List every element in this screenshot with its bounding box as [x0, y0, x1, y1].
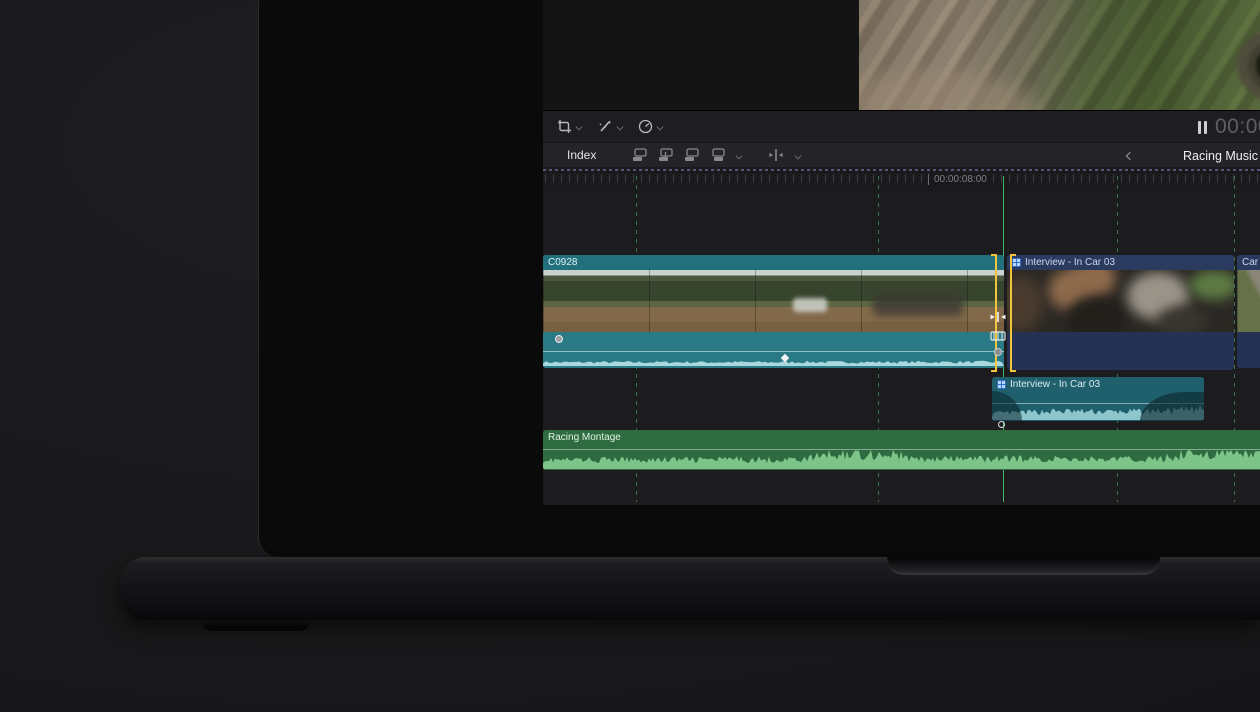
clip-thumbnail [1237, 270, 1260, 332]
clip-label: Racing Montage [548, 432, 621, 443]
multicam-icon [1012, 258, 1021, 267]
pause-icon[interactable] [1198, 121, 1207, 134]
timeline-ruler[interactable]: 00:00:08:00 00:00:10:00 [543, 167, 1260, 193]
retime-icon [638, 119, 653, 134]
waveform [543, 450, 1260, 469]
clip-label: Interview - In Car 03 [1010, 379, 1100, 390]
clip-audio-component [543, 332, 1004, 368]
clip-c0928[interactable]: C0928 [543, 255, 1004, 368]
chevron-down-icon [617, 123, 624, 130]
timecode-dim: 00:00:0 [1215, 115, 1260, 138]
clip-body [1237, 332, 1260, 368]
trim-tool-icon[interactable] [767, 148, 785, 162]
crop-tool-button[interactable] [557, 119, 583, 134]
waveform [543, 359, 1004, 366]
clip-label: Car B-Roll [1242, 257, 1260, 268]
macbook-screen: 00:00:09:15 Index Racing Music Intro [258, 0, 1260, 557]
trim-cursor-icons [987, 310, 1009, 356]
ruler-label: 00:00:08:00 [924, 174, 991, 185]
clip-interview-audio[interactable]: Interview - In Car 03 [992, 377, 1204, 421]
clip-car-b-roll[interactable]: Car B-Roll [1237, 255, 1260, 368]
timeline-toolbar: Index Racing Music Intro 46:02 02 [543, 142, 1260, 167]
multicam-icon [997, 380, 1006, 389]
chevron-down-icon [657, 123, 664, 130]
clip-body [1007, 332, 1234, 370]
chevron-down-icon [576, 123, 583, 130]
insert-edit-icon[interactable] [658, 148, 674, 162]
fade-in-shadow [992, 391, 1022, 421]
fade-handle[interactable] [555, 335, 563, 343]
project-name[interactable]: Racing Music Intro [1183, 149, 1260, 163]
clip-label: Interview - In Car 03 [1025, 257, 1115, 268]
lid-opening-notch [887, 557, 1160, 575]
crop-tool-icon [557, 119, 572, 134]
append-edit-icon[interactable] [684, 148, 700, 162]
car-thumbnail [793, 298, 827, 312]
enhance-wand-button[interactable] [597, 119, 624, 134]
viewer-video-preview [859, 0, 1260, 110]
filmstrip-thumbnails [543, 270, 1004, 332]
chevron-left-icon[interactable] [1127, 152, 1134, 159]
retime-button[interactable] [638, 119, 664, 134]
edit-point-handle [994, 348, 1002, 356]
viewer-toolbar: 00:00:09:15 [543, 110, 1260, 142]
clip-racing-montage[interactable]: Racing Montage [543, 430, 1260, 470]
chevron-down-icon[interactable] [736, 152, 743, 159]
macbook-base [120, 557, 1260, 620]
volume-line[interactable] [543, 351, 1004, 352]
viewer-panel [543, 0, 1260, 110]
index-button[interactable]: Index [567, 148, 596, 162]
fade-out-shadow [1140, 392, 1204, 421]
fade-handle[interactable] [998, 421, 1005, 428]
macbook-foot [203, 620, 309, 631]
roll-trim-icon [988, 311, 1008, 323]
final-cut-pro-window: 00:00:09:15 Index Racing Music Intro [543, 0, 1260, 505]
car-motion-blur-thumbnail [873, 292, 963, 316]
connect-edit-icon[interactable] [632, 148, 648, 162]
timecode-display[interactable]: 00:00:09:15 [1215, 115, 1260, 139]
clip-interview-video[interactable]: Interview - In Car 03 [1007, 255, 1234, 370]
filmstrip-icon [990, 331, 1006, 341]
ruler-ticks [545, 174, 1260, 183]
clip-label: C0928 [548, 257, 577, 268]
overwrite-edit-icon[interactable] [710, 148, 726, 162]
ruler-top-dotted-line [543, 169, 1260, 171]
chevron-down-icon[interactable] [795, 152, 802, 159]
clip-thumbnail [1007, 270, 1234, 332]
enhance-wand-icon [597, 119, 613, 134]
